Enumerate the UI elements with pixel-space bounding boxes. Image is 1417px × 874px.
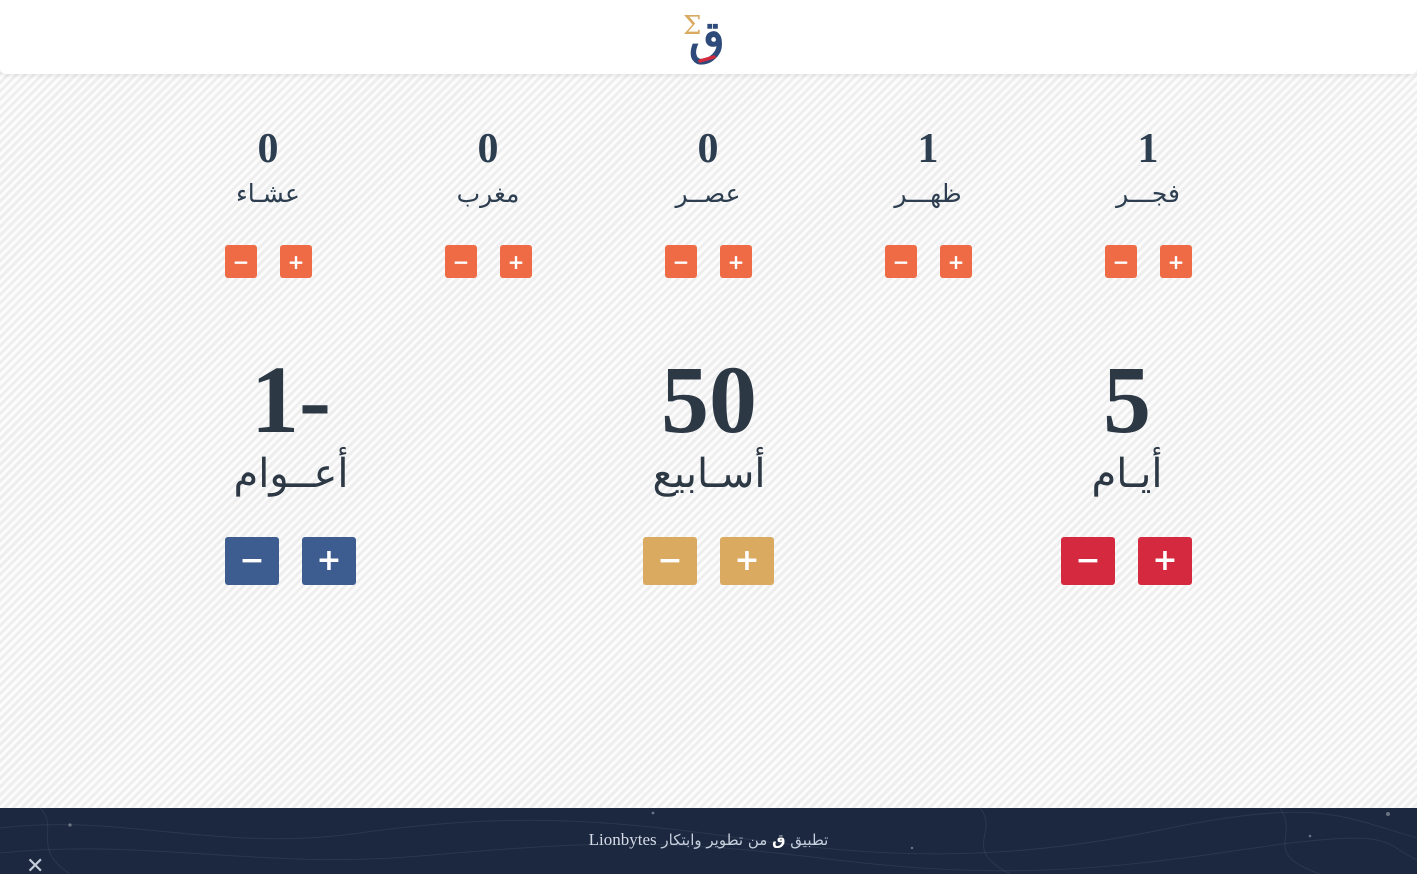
prayer-count: 1 — [1137, 126, 1159, 172]
prayer-count: 0 — [477, 126, 499, 172]
dhuhr-decrement-button[interactable]: − — [885, 245, 917, 278]
total-weeks: 50 أسـابيع − + — [599, 346, 819, 585]
logo-letter: ق — [689, 11, 725, 65]
prayer-controls: − + — [848, 245, 1008, 279]
fajr-decrement-button[interactable]: − — [1105, 245, 1137, 278]
prayer-fajr: 1 فجـــر − + — [1068, 126, 1228, 278]
years-count: 1- — [251, 346, 331, 453]
total-days: 5 أيـام − + — [1017, 346, 1237, 585]
years-label: أعــوام — [233, 451, 349, 497]
footer-credit: تطبيق ق من تطوير وابتكار Lionbytes — [0, 830, 1417, 850]
prayer-label: فجـــر — [1116, 179, 1180, 208]
prayer-controls: − + — [408, 245, 568, 279]
years-increment-button[interactable]: + — [302, 537, 356, 585]
prayer-label: عشـاء — [236, 179, 300, 208]
isha-decrement-button[interactable]: − — [225, 245, 257, 278]
years-decrement-button[interactable]: − — [225, 537, 279, 585]
isha-increment-button[interactable]: + — [280, 245, 312, 278]
prayer-count: 0 — [697, 126, 719, 172]
app-logo[interactable]: Σ ق — [683, 6, 735, 70]
close-icon[interactable]: ✕ — [26, 856, 44, 874]
weeks-controls: − + — [599, 537, 819, 585]
prayer-controls: − + — [628, 245, 788, 279]
prayer-asr: 0 عصــر − + — [628, 126, 788, 278]
weeks-decrement-button[interactable]: − — [643, 537, 697, 585]
weeks-count: 50 — [661, 346, 757, 453]
days-label: أيـام — [1091, 451, 1163, 497]
days-decrement-button[interactable]: − — [1061, 537, 1115, 585]
prayer-dhuhr: 1 ظهـــر − + — [848, 126, 1008, 278]
prayer-label: ظهـــر — [894, 179, 962, 208]
maghrib-increment-button[interactable]: + — [500, 245, 532, 278]
logo-icon: Σ ق — [683, 11, 725, 65]
footer-brand-link[interactable]: Lionbytes — [589, 830, 657, 849]
footer-middle: من تطوير وابتكار — [661, 831, 768, 849]
prayer-count: 1 — [917, 126, 939, 172]
prayer-label: مغرب — [456, 179, 520, 208]
prayer-isha: 0 عشـاء − + — [188, 126, 348, 278]
dhuhr-increment-button[interactable]: + — [940, 245, 972, 278]
header: Σ ق — [0, 0, 1417, 74]
weeks-increment-button[interactable]: + — [720, 537, 774, 585]
footer-prefix: تطبيق — [790, 831, 829, 849]
weeks-label: أسـابيع — [652, 451, 766, 497]
prayer-count: 0 — [257, 126, 279, 172]
days-count: 5 — [1103, 346, 1151, 453]
asr-increment-button[interactable]: + — [720, 245, 752, 278]
fajr-increment-button[interactable]: + — [1160, 245, 1192, 278]
days-controls: − + — [1017, 537, 1237, 585]
asr-decrement-button[interactable]: − — [665, 245, 697, 278]
prayer-label: عصــر — [675, 179, 741, 208]
maghrib-decrement-button[interactable]: − — [445, 245, 477, 278]
days-increment-button[interactable]: + — [1138, 537, 1192, 585]
prayer-controls: − + — [1068, 245, 1228, 279]
footer: تطبيق ق من تطوير وابتكار Lionbytes ✕ — [0, 808, 1417, 874]
prayer-maghrib: 0 مغرب − + — [408, 126, 568, 278]
total-years: 1- أعــوام − + — [181, 346, 401, 585]
prayer-controls: − + — [188, 245, 348, 279]
footer-app-name: ق — [772, 831, 786, 849]
years-controls: − + — [181, 537, 401, 585]
